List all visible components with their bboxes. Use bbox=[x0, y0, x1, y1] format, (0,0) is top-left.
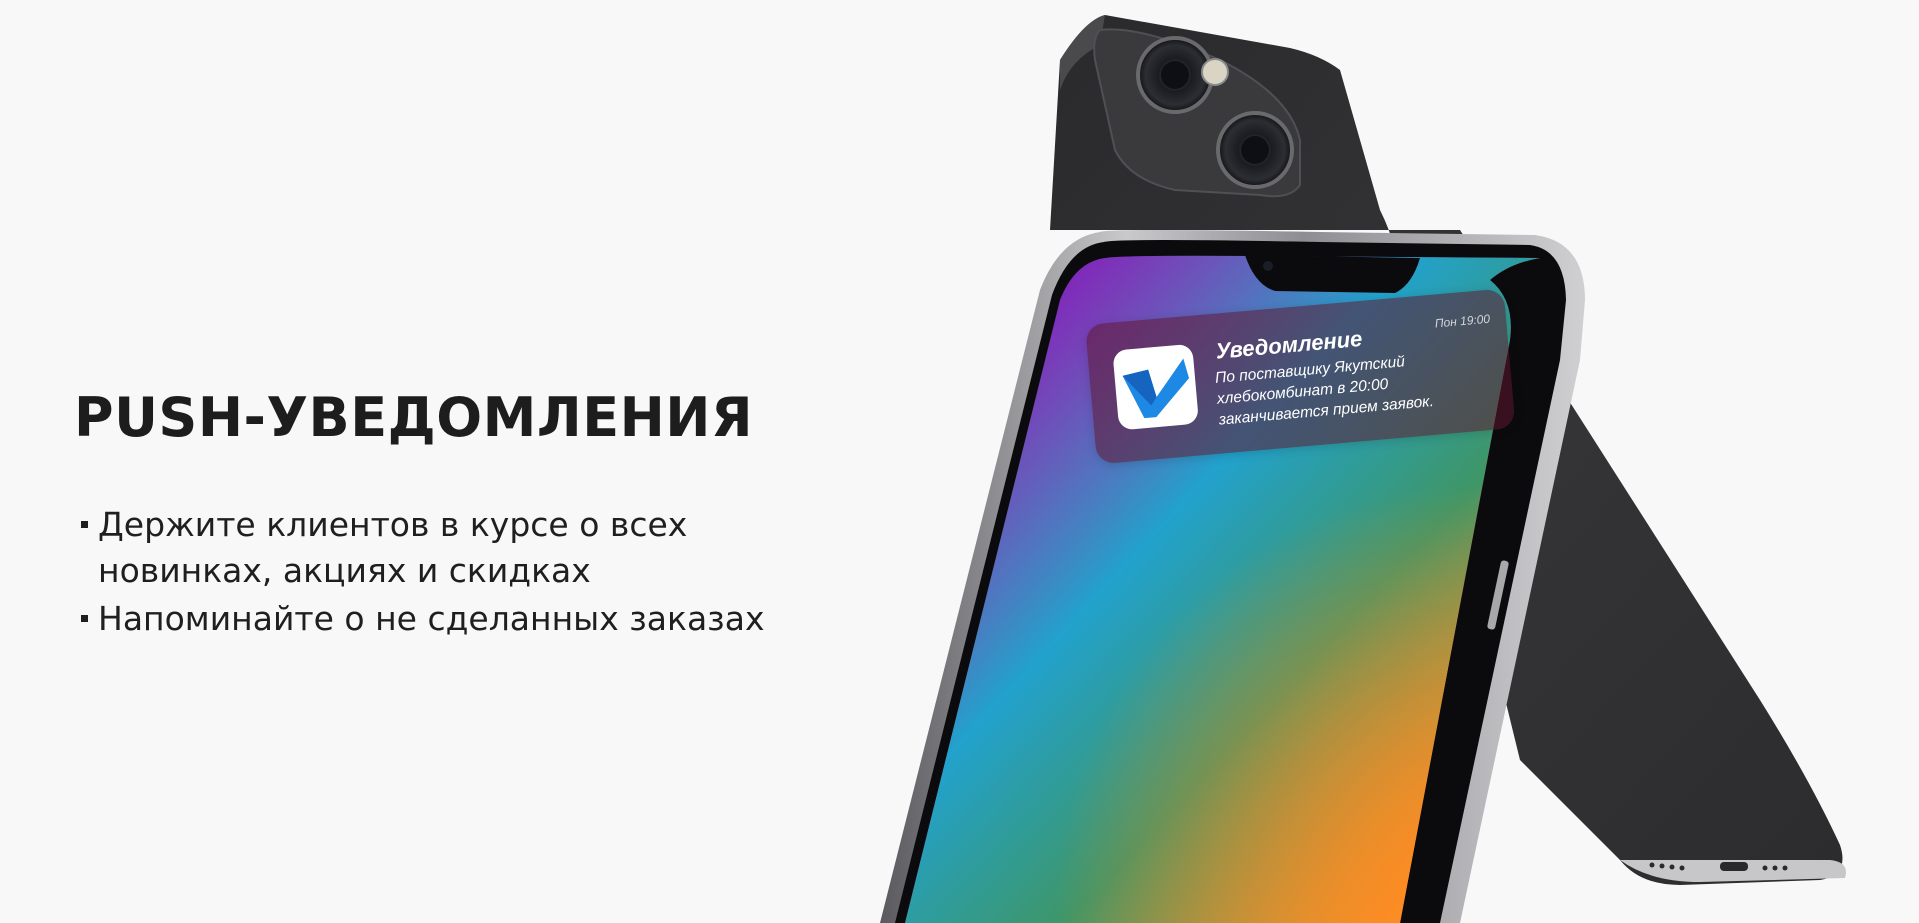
app-icon bbox=[1112, 343, 1200, 431]
phone-illustration bbox=[880, 15, 1846, 923]
notification-time: Пон 19:00 bbox=[1434, 311, 1491, 331]
flash-icon bbox=[1201, 58, 1229, 86]
phone-notch bbox=[1245, 255, 1420, 293]
slide: PUSH-УВЕДОМЛЕНИЯ Держите клиентов в курс… bbox=[0, 0, 1919, 923]
checkmark-icon bbox=[1122, 358, 1190, 419]
